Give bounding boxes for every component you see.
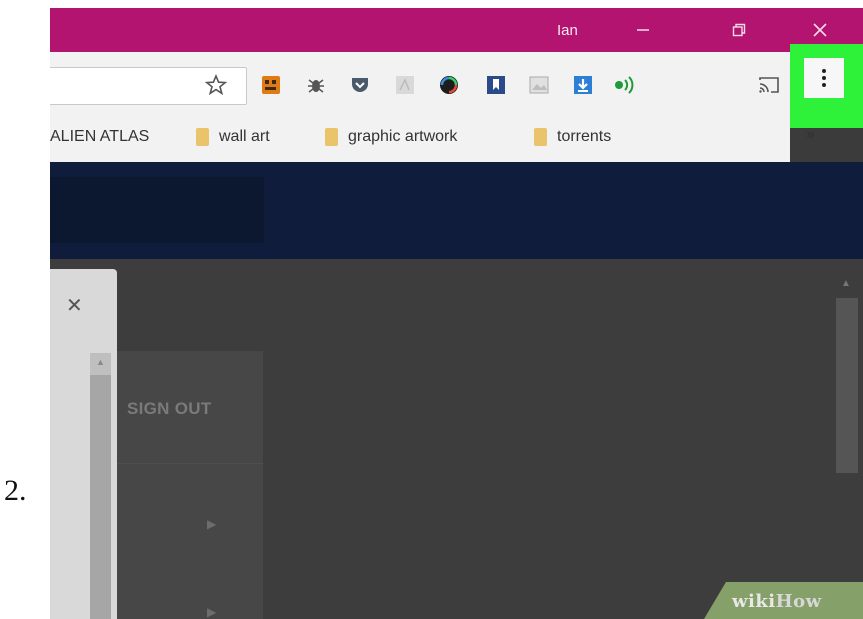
pocket-icon[interactable] [348,73,372,97]
bookmark-label: torrents [557,128,612,145]
profile-name[interactable]: Ian [557,22,578,39]
extension-bug-icon[interactable] [304,73,328,97]
browser-screenshot: Ian ALIEN ATLAS wall art graphic artwork… [50,8,863,619]
star-icon[interactable] [204,73,228,97]
restore-icon [732,23,746,37]
chevron-right-icon[interactable]: ▶ [207,517,216,531]
scroll-up-arrow[interactable]: ▲ [841,278,851,289]
watermark-how: How [775,591,822,612]
bookmark-folder-graphic-artwork[interactable]: graphic artwork [325,128,457,146]
bookmark-folder-torrents[interactable]: torrents [534,128,611,146]
side-panel: ✕ ▲ [50,269,117,619]
bookmark-label: ALIEN ATLAS [50,128,150,145]
image-icon[interactable] [527,73,551,97]
scrollbar-thumb[interactable] [836,298,858,473]
browser-toolbar [50,52,863,116]
wikihow-watermark: wikiHow [732,591,822,612]
panel-scrollbar[interactable]: ▲ [90,353,111,619]
folder-icon [196,128,209,146]
account-menu: SIGN OUT ▶ ▶ [117,351,263,619]
step-number: 2. [4,474,27,507]
bookmarks-overflow-chevron[interactable]: » [806,126,815,144]
audio-icon[interactable] [613,73,637,97]
title-bar: Ian [50,8,863,52]
bookmark-folder-wall-art[interactable]: wall art [196,128,270,146]
site-header [50,162,863,259]
close-icon[interactable]: ✕ [66,293,83,318]
bookmark-label: graphic artwork [348,128,458,145]
extension-orange-icon[interactable] [259,73,283,97]
chevron-right-icon[interactable]: ▶ [207,605,216,619]
bookmark-alien-atlas[interactable]: ALIEN ATLAS [50,128,149,146]
close-icon [813,23,827,37]
scrollbar-thumb[interactable] [90,375,111,619]
bookmark-extension-icon[interactable] [484,73,508,97]
scroll-up-arrow[interactable]: ▲ [96,357,105,367]
pdf-icon[interactable] [393,73,417,97]
menu-divider [117,463,263,464]
bookmarks-bar: ALIEN ATLAS wall art graphic artwork tor… [50,116,790,162]
download-icon[interactable] [571,73,595,97]
folder-icon [325,128,338,146]
folder-icon [534,128,547,146]
minimize-icon [637,29,649,31]
sign-out-button[interactable]: SIGN OUT [127,399,212,419]
chrome-menu-button[interactable] [804,58,844,98]
restore-button[interactable] [715,8,763,52]
cast-icon[interactable] [757,73,781,97]
bookmark-label: wall art [219,128,270,145]
page-scrollbar[interactable]: ▲ [836,278,858,618]
watermark-wiki: wiki [732,591,776,612]
site-search-box[interactable] [50,177,264,243]
color-wheel-icon[interactable] [437,73,461,97]
minimize-button[interactable] [619,8,667,52]
vertical-dots-icon [822,69,826,87]
